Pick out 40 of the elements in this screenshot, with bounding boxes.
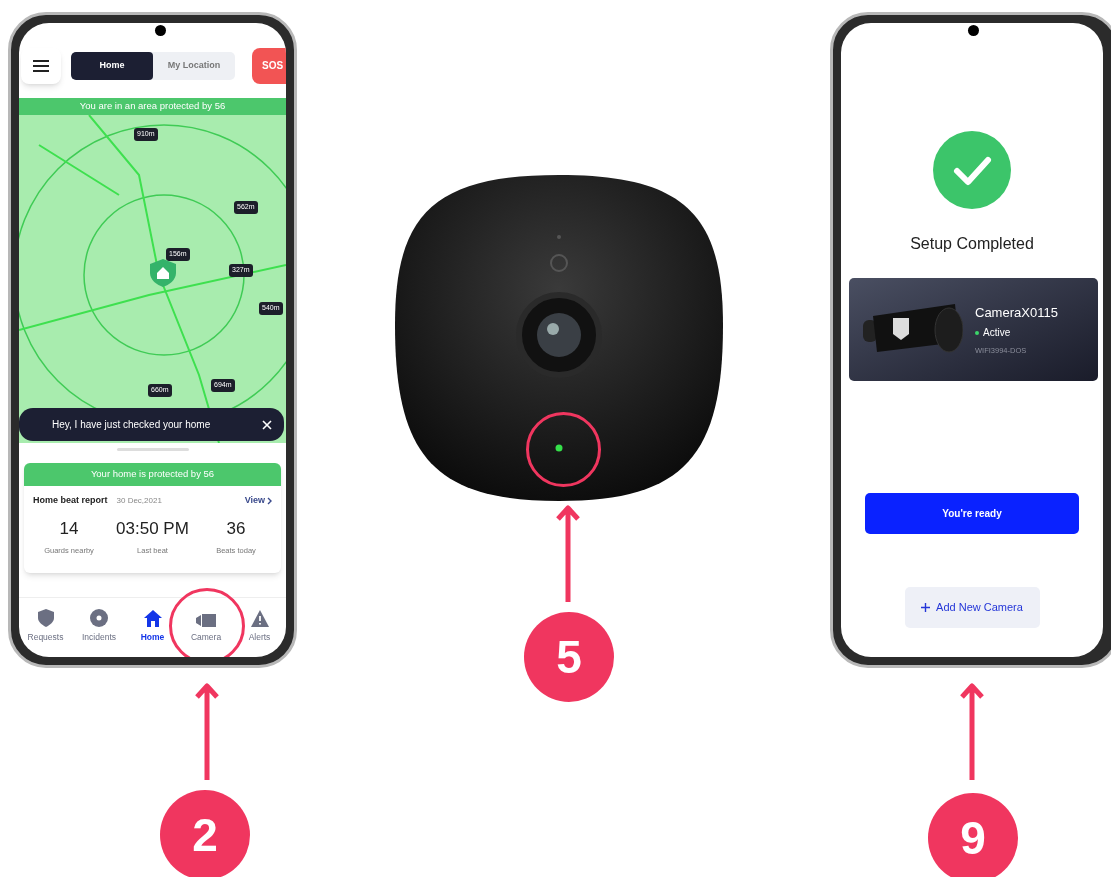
stat-value: 03:50 PM [116, 517, 189, 540]
nav-tab[interactable]: Home [126, 608, 179, 648]
step-number: 2 [160, 790, 250, 877]
protection-banner: Your home is protected by 56 [24, 463, 281, 486]
chevron-icon [267, 496, 272, 505]
report-date: 30 Dec,2021 [116, 494, 162, 507]
check-circle-icon [933, 131, 1011, 209]
close-button[interactable] [260, 417, 274, 432]
stat-value: 36 [226, 517, 246, 540]
tab[interactable]: My Location [153, 51, 235, 80]
home-icon [143, 610, 162, 627]
tab[interactable]: Home [71, 51, 153, 80]
report-title: Home beat report [33, 494, 108, 507]
add-camera-button[interactable]: Add New Camera [904, 587, 1040, 628]
menu-icon [33, 59, 49, 72]
nav-tab[interactable]: Camera [179, 608, 233, 648]
home-pin-icon [149, 258, 177, 288]
stat-value: 14 [59, 517, 79, 540]
view-link[interactable]: View [244, 494, 272, 508]
nav-tab[interactable]: Requests [19, 608, 72, 648]
close-icon [262, 419, 272, 430]
toast-message: Hey, I have just checked your home [52, 418, 212, 432]
setup-title: Setup Completed [910, 234, 1034, 254]
nav-tab[interactable]: Alerts [233, 608, 286, 648]
step-number: 9 [928, 793, 1018, 877]
camera-name: CameraX0115 [975, 303, 1058, 322]
camera-status: Active [983, 326, 1011, 341]
sos-button[interactable]: SOS [252, 47, 286, 84]
menu-button[interactable] [21, 47, 61, 84]
step-number: 5 [524, 612, 614, 702]
nav-tab[interactable]: Incidents [72, 608, 126, 648]
video-camera-icon [196, 614, 216, 627]
area-banner: You are in an area protected by 56 [19, 98, 286, 115]
front-camera [968, 25, 979, 36]
ready-button[interactable]: You're ready [865, 493, 1079, 534]
shield-icon [37, 609, 54, 627]
plus-icon [921, 603, 931, 612]
warning-icon [250, 610, 269, 627]
disc-icon [90, 609, 108, 627]
front-camera [155, 25, 166, 36]
